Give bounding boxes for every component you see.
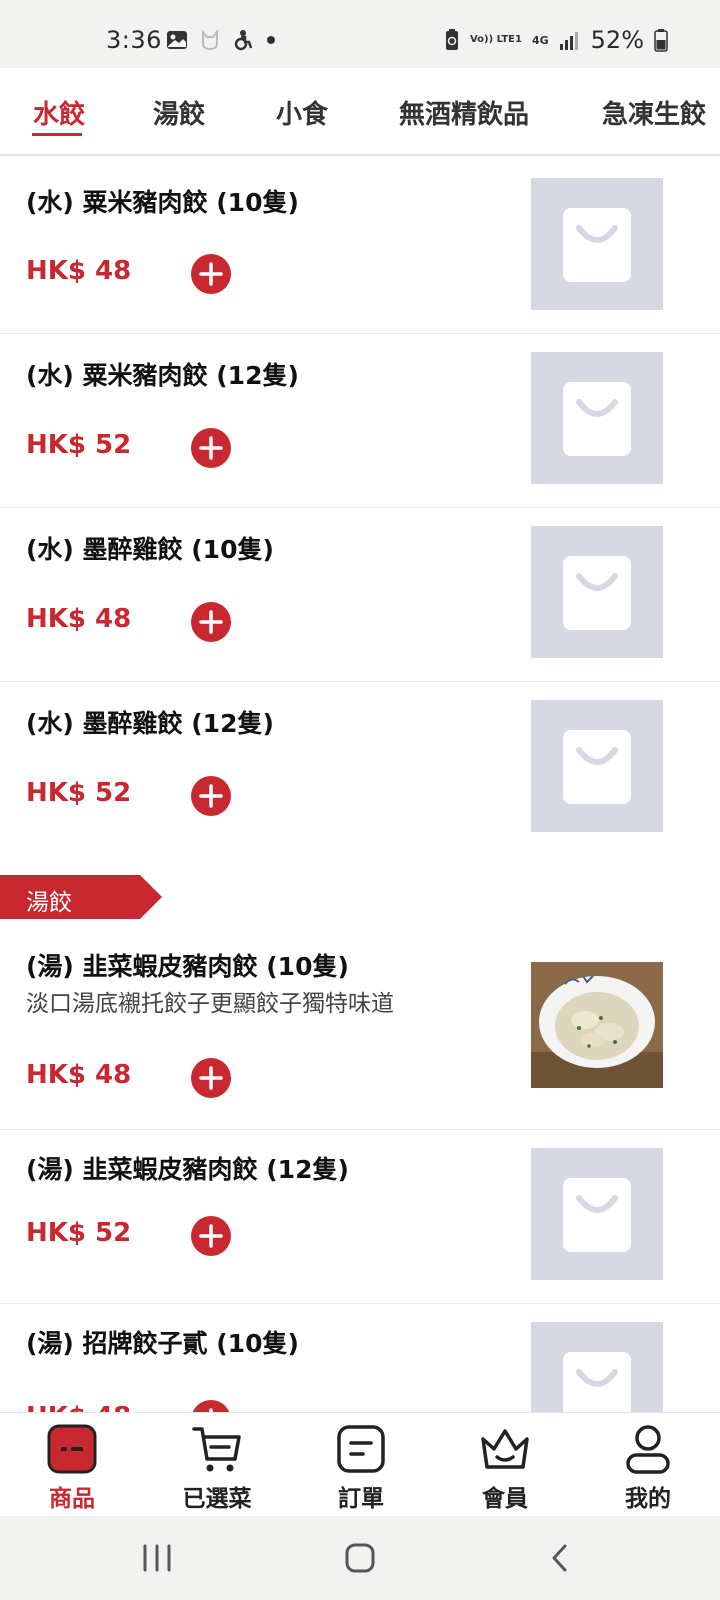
plus-icon [199,436,223,460]
item-title: (水) 墨醉雞餃 (12隻) [26,709,274,738]
crown-icon [481,1429,529,1469]
menu-item[interactable]: (水) 粟米豬肉餃 (10隻) HK$ 48 [0,157,720,334]
nav-label: 會員 [482,1486,528,1512]
item-price: HK$ 52 [26,778,132,808]
item-title: (湯) 招牌餃子貳 (10隻) [26,1329,299,1358]
plus-icon [199,1224,223,1248]
menu-item[interactable]: (水) 墨醉雞餃 (12隻) HK$ 52 [0,682,720,856]
nav-label: 訂單 [338,1486,384,1512]
item-price: HK$ 52 [26,430,132,460]
order-icon [337,1425,385,1473]
dumpling-soup-image [531,962,663,1088]
item-image-placeholder[interactable] [531,178,663,310]
status-system-icons: Vo)) LTE1 4G 52% [444,26,668,54]
plus-icon [199,1066,223,1090]
cart-icon [192,1427,241,1472]
shop-icon [47,1424,97,1474]
add-to-cart-button[interactable] [191,1216,231,1256]
battery-percent: 52% [590,26,644,54]
category-tab-bar: 水餃 湯餃 小食 無酒精飲品 急凍生餃 [0,68,720,156]
gallery-icon [167,31,187,49]
nav-label: 已選菜 [182,1486,252,1512]
shopping-bag-icon [563,730,631,804]
section-header-ribbon [0,875,162,919]
menu-item[interactable]: (湯) 招牌餃子貳 (10隻) HK$ 48 [0,1304,720,1412]
nav-membership[interactable]: 會員 [450,1423,560,1515]
menu-item[interactable]: (湯) 韭菜蝦皮豬肉餃 (10隻) 淡口湯底襯托餃子更顯餃子獨特味道 HK$ 4… [0,927,720,1130]
nav-selected-dishes[interactable]: 已選菜 [162,1423,272,1515]
item-description: 淡口湯底襯托餃子更顯餃子獨特味道 [26,991,394,1017]
shopping-bag-icon [563,1352,631,1412]
recent-apps-icon[interactable] [135,1536,179,1580]
nav-products[interactable]: 商品 [17,1423,127,1515]
home-icon[interactable] [338,1536,382,1580]
wheelchair-icon [234,30,253,51]
battery-icon [654,29,668,52]
menu-item[interactable]: (湯) 韭菜蝦皮豬肉餃 (12隻) HK$ 52 [0,1130,720,1304]
tab-frozen-dumplings[interactable]: 急凍生餃 [602,94,706,131]
menu-item[interactable]: (水) 墨醉雞餃 (10隻) HK$ 48 [0,508,720,682]
add-to-cart-button[interactable] [191,428,231,468]
plus-icon [199,610,223,634]
tab-snacks[interactable]: 小食 [276,94,328,131]
tab-soup-dumplings[interactable]: 湯餃 [153,94,205,131]
item-price: HK$ 48 [26,256,132,286]
4g-label: 4G [531,33,549,47]
tab-non-alcoholic-drinks[interactable]: 無酒精飲品 [399,94,529,131]
item-title: (水) 墨醉雞餃 (10隻) [26,535,274,564]
item-title: (湯) 韭菜蝦皮豬肉餃 (12隻) [26,1155,349,1184]
item-price: HK$ 48 [26,604,132,634]
nav-orders[interactable]: 訂單 [306,1423,416,1515]
signal-icon [559,32,578,50]
section-header-label: 湯餃 [26,890,72,916]
system-navigation-bar [0,1516,720,1600]
item-price: HK$ 48 [26,1060,132,1090]
battery-saver-icon [445,29,458,50]
plus-icon [199,262,223,286]
nav-my-account[interactable]: 我的 [593,1423,703,1515]
item-image-placeholder[interactable] [531,1322,663,1412]
back-icon[interactable] [538,1536,582,1580]
shopping-bag-icon [563,382,631,456]
active-tab-indicator [32,133,82,136]
item-image-placeholder[interactable] [531,526,663,658]
plus-icon [209,1408,213,1412]
menu-item[interactable]: (水) 粟米豬肉餃 (12隻) HK$ 52 [0,334,720,508]
item-price: HK$ 52 [26,1218,132,1248]
bottom-navigation: 商品 已選菜 訂單 會員 我的 [0,1412,720,1516]
item-title: (水) 粟米豬肉餃 (10隻) [26,188,299,217]
user-icon [626,1425,670,1474]
item-title: (湯) 韭菜蝦皮豬肉餃 (10隻) [26,952,349,981]
status-notification-icons [166,28,276,52]
item-image-placeholder[interactable] [531,700,663,832]
tab-water-dumplings[interactable]: 水餃 [33,94,85,131]
shopping-bag-icon [563,556,631,630]
status-bar: 3:36 Vo)) LTE1 4G 52% [0,0,720,68]
add-to-cart-button[interactable] [191,1058,231,1098]
plus-icon [199,784,223,808]
add-to-cart-button[interactable] [191,602,231,642]
volte-label: Vo)) LTE1 [469,34,522,45]
add-to-cart-button[interactable] [191,776,231,816]
cat-icon [202,29,218,51]
status-time: 3:36 [106,26,162,54]
item-image-placeholder[interactable] [531,1148,663,1280]
item-image-placeholder[interactable] [531,352,663,484]
nav-label: 我的 [625,1486,671,1512]
nav-label: 商品 [49,1486,95,1512]
add-to-cart-button[interactable] [191,254,231,294]
item-price: HK$ 48 [26,1402,131,1412]
dot-icon [267,36,275,44]
shopping-bag-icon [563,1178,631,1252]
add-to-cart-button[interactable] [191,1400,231,1412]
item-title: (水) 粟米豬肉餃 (12隻) [26,361,299,390]
dumpling-soup-photo[interactable] [531,962,663,1088]
shopping-bag-icon [563,208,631,282]
